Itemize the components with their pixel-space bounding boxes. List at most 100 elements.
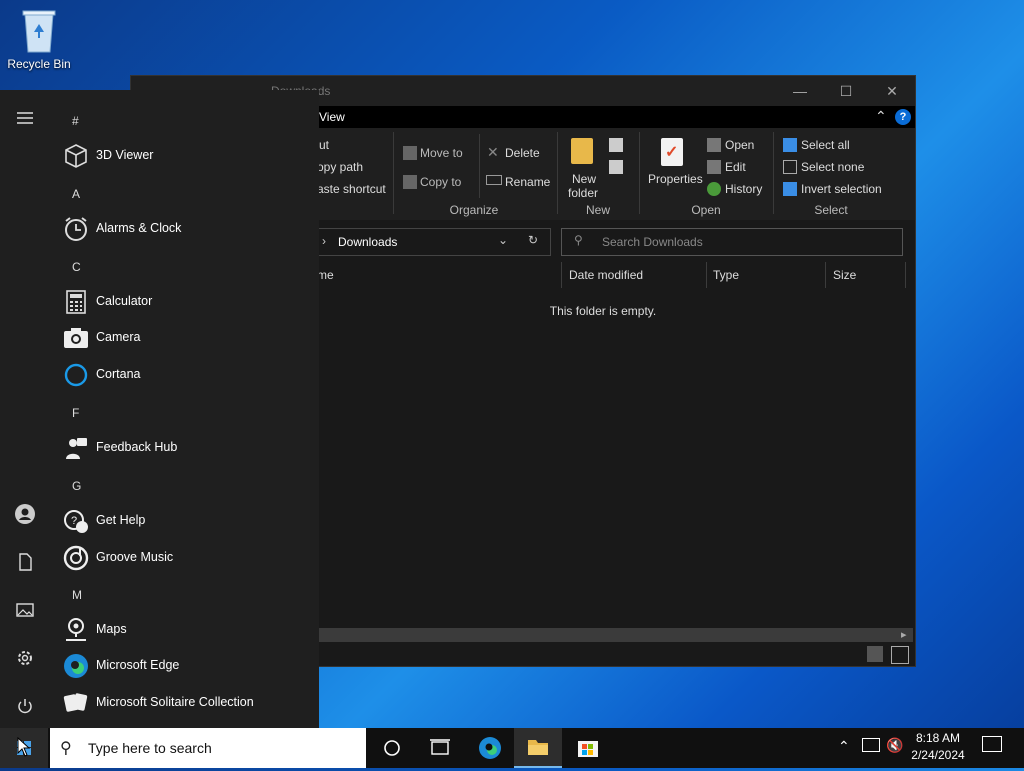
app-label: Get Help	[96, 513, 146, 527]
app-calculator[interactable]: Calculator	[62, 284, 312, 320]
close-button[interactable]: ✕	[869, 76, 915, 106]
volume-muted-icon[interactable]: 🔇	[886, 737, 903, 754]
taskbar-store[interactable]	[564, 728, 612, 768]
app-label: Groove Music	[96, 550, 174, 564]
column-date-modified[interactable]: Date modified	[569, 268, 643, 282]
section-letter[interactable]: G	[72, 479, 81, 493]
move-to-button[interactable]: Move to	[420, 146, 463, 160]
paste-shortcut-button[interactable]: aste shortcut	[317, 182, 386, 196]
new-item-icon[interactable]	[609, 138, 623, 152]
clock[interactable]: 8:18 AM 2/24/2024	[908, 731, 968, 762]
address-bar[interactable]: › Downloads ⌄ ↻	[313, 228, 551, 256]
address-dropdown-chevron-icon[interactable]: ⌄	[498, 233, 508, 247]
new-group-label: New	[585, 203, 610, 217]
taskbar-edge[interactable]	[466, 728, 514, 768]
app-feedback-hub[interactable]: Feedback Hub	[62, 430, 312, 466]
select-group-label: Select	[814, 203, 848, 217]
mouse-pointer-icon	[17, 737, 31, 757]
new-folder-label-1[interactable]: New	[572, 172, 596, 186]
ribbon-collapse-chevron-icon[interactable]: ⌃	[875, 108, 887, 125]
app-label: Alarms & Clock	[96, 221, 182, 235]
calculator-icon	[66, 290, 86, 314]
open-icon	[707, 138, 721, 152]
delete-button[interactable]: Delete	[505, 146, 540, 160]
search-icon: ⚲	[574, 233, 583, 247]
taskbar-search-box[interactable]: ⚲ Type here to search	[50, 728, 366, 768]
clock-date: 2/24/2024	[911, 748, 965, 762]
clock-time: 8:18 AM	[915, 731, 961, 745]
search-box[interactable]: ⚲ Search Downloads	[561, 228, 903, 256]
properties-button[interactable]: Properties	[648, 172, 703, 186]
invert-selection-button[interactable]: Invert selection	[801, 182, 882, 196]
refresh-icon[interactable]: ↻	[528, 233, 538, 247]
copy-path-button[interactable]: opy path	[317, 160, 363, 174]
copy-to-button[interactable]: Copy to	[420, 175, 461, 189]
help-icon[interactable]: ?	[895, 109, 911, 125]
store-icon	[578, 741, 598, 757]
horizontal-scrollbar[interactable]: ▸	[313, 628, 913, 642]
maximize-button[interactable]: ☐	[823, 76, 869, 106]
tab-view[interactable]: View	[319, 110, 345, 124]
section-letter[interactable]: F	[72, 406, 79, 420]
app-3d-viewer[interactable]: 3D Viewer	[62, 138, 312, 174]
app-camera[interactable]: Camera	[62, 320, 312, 356]
minimize-button[interactable]: —	[777, 76, 823, 106]
cut-button[interactable]: ut	[319, 138, 329, 152]
camera-icon	[64, 328, 88, 348]
recycle-bin-shortcut[interactable]: Recycle Bin	[4, 6, 74, 71]
app-solitaire[interactable]: Microsoft Solitaire Collection	[62, 685, 312, 721]
new-folder-icon	[571, 138, 593, 164]
easy-access-icon[interactable]	[609, 160, 623, 174]
app-get-help[interactable]: ? Get Help	[62, 503, 312, 539]
section-letter[interactable]: C	[72, 260, 81, 274]
scroll-right-icon[interactable]: ▸	[901, 628, 907, 641]
taskbar-search-input[interactable]: Type here to search	[88, 740, 212, 756]
recycle-bin-icon	[22, 10, 56, 53]
settings-gear-icon[interactable]	[13, 646, 37, 670]
hamburger-menu-icon[interactable]	[13, 106, 37, 130]
history-button[interactable]: History	[725, 182, 762, 196]
new-folder-label-2[interactable]: folder	[568, 186, 598, 200]
taskbar-file-explorer[interactable]	[514, 728, 562, 768]
network-icon[interactable]	[862, 738, 880, 752]
column-type[interactable]: Type	[713, 268, 739, 282]
section-letter[interactable]: #	[72, 114, 79, 128]
edit-button[interactable]: Edit	[725, 160, 746, 174]
action-center-icon[interactable]	[982, 736, 1002, 752]
column-name[interactable]: me	[317, 268, 334, 282]
app-label: Cortana	[96, 367, 141, 381]
cortana-button[interactable]	[368, 728, 416, 768]
documents-icon[interactable]	[13, 550, 37, 574]
app-alarms-clock[interactable]: Alarms & Clock	[62, 211, 312, 247]
app-groove-music[interactable]: Groove Music	[62, 540, 312, 576]
rename-button[interactable]: Rename	[505, 175, 550, 189]
cortana-icon	[64, 363, 88, 387]
empty-folder-message: This folder is empty.	[549, 304, 657, 318]
task-view-button[interactable]	[416, 728, 464, 768]
user-account-icon[interactable]	[13, 502, 37, 526]
column-size[interactable]: Size	[833, 268, 856, 282]
details-view-icon[interactable]	[867, 646, 883, 662]
app-label: Feedback Hub	[96, 440, 178, 454]
section-letter[interactable]: M	[72, 588, 82, 602]
app-label: Calculator	[96, 294, 153, 308]
edge-icon	[479, 737, 501, 759]
start-menu: # 3D Viewer A Alarms & Clock C Calculato…	[0, 90, 319, 728]
svg-text:?: ?	[71, 515, 77, 527]
app-microsoft-edge[interactable]: Microsoft Edge	[62, 648, 312, 684]
select-none-button[interactable]: Select none	[801, 160, 864, 174]
history-icon	[707, 182, 721, 196]
show-hidden-icons-chevron-icon[interactable]: ⌃	[838, 738, 850, 755]
section-letter[interactable]: A	[72, 187, 80, 201]
app-maps[interactable]: Maps	[62, 612, 312, 648]
app-cortana[interactable]: Cortana	[62, 357, 312, 393]
address-path[interactable]: Downloads	[338, 235, 397, 249]
recycle-bin-label: Recycle Bin	[7, 57, 71, 71]
search-input[interactable]: Search Downloads	[602, 235, 703, 249]
power-icon[interactable]	[13, 694, 37, 718]
large-icons-view-icon[interactable]	[891, 646, 909, 664]
file-explorer-icon	[528, 740, 548, 755]
open-button[interactable]: Open	[725, 138, 754, 152]
pictures-icon[interactable]	[13, 598, 37, 622]
select-all-button[interactable]: Select all	[801, 138, 850, 152]
